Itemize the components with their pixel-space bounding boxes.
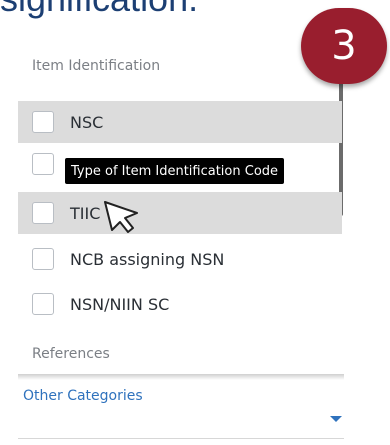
option-nsn-niin-sc[interactable]: NSN/NIIN SC	[18, 283, 342, 325]
option-label: NSN/NIIN SC	[70, 294, 170, 314]
tiic-tooltip: Type of Item Identification Code	[65, 158, 285, 184]
chevron-down-icon[interactable]	[330, 416, 342, 422]
mouse-pointer-icon	[104, 201, 138, 233]
option-label: NSC	[70, 112, 104, 132]
option-nsc[interactable]: NSC	[18, 101, 342, 143]
ncb-assigning-nsn-checkbox[interactable]	[32, 248, 54, 270]
nsc-checkbox[interactable]	[32, 111, 54, 133]
step-number-badge: 3	[301, 8, 387, 84]
option-ncb-assigning-nsn[interactable]: NCB assigning NSN	[18, 238, 342, 280]
item-identification-header: Item Identification	[32, 58, 161, 74]
slide-title: signification.	[0, 0, 198, 20]
nsn-niin-sc-checkbox[interactable]	[32, 293, 54, 315]
dropdown-underline	[18, 438, 344, 439]
option-label: TIIC	[70, 203, 101, 223]
option-tiic[interactable]: TIIC	[18, 192, 342, 234]
other-categories-dropdown[interactable]: Other Categories	[23, 388, 143, 404]
references-header: References	[32, 346, 110, 362]
option-label: NCB assigning NSN	[70, 249, 225, 269]
obscured-checkbox[interactable]	[32, 153, 54, 175]
section-divider	[18, 374, 344, 380]
tiic-checkbox[interactable]	[32, 202, 54, 224]
